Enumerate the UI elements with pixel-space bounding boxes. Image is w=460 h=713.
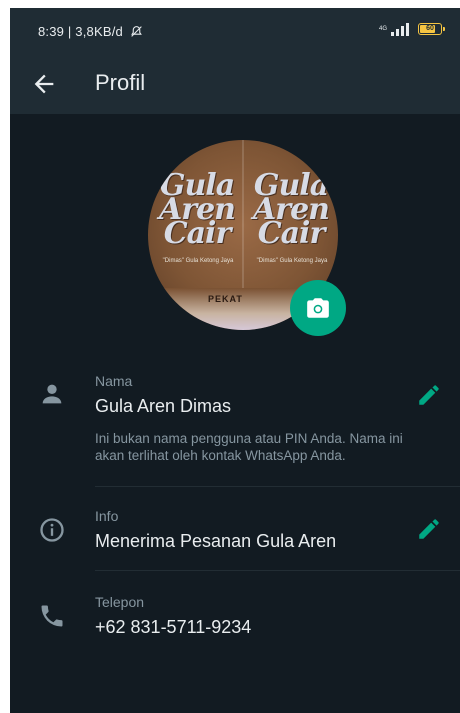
status-time-text: 8:39 | 3,8KB/d: [38, 24, 123, 39]
phone-label: Telepon: [95, 594, 145, 610]
app-bar: Profil: [10, 54, 460, 114]
network-type: 4G: [378, 26, 387, 32]
person-icon: [38, 380, 66, 408]
name-hint: Ini bukan nama pengguna atau PIN Anda. N…: [95, 431, 403, 463]
silent-notification-icon: [130, 26, 142, 37]
photo-tagline-left: "Dimas" Gula Ketong Jaya: [162, 258, 234, 264]
pencil-icon: [419, 519, 439, 539]
name-value: Gula Aren Dimas: [95, 396, 232, 416]
name-row[interactable]: Nama Gula Aren Dimas Ini bukan nama peng…: [10, 368, 460, 488]
phone-icon: [38, 602, 66, 630]
back-button[interactable]: [30, 70, 58, 98]
photo-tagline-right: "Dimas" Gula Ketong Jaya: [256, 258, 328, 264]
about-row[interactable]: Info Menerima Pesanan Gula Aren: [10, 504, 460, 566]
battery-level: 60: [426, 25, 434, 32]
photo-band-label: PEKAT: [208, 294, 243, 304]
divider: [95, 570, 460, 571]
page-title: Profil: [95, 70, 146, 95]
battery-icon: 60: [418, 23, 445, 35]
photo-logo-left: Gula Aren Cair: [159, 168, 236, 251]
status-right: 4G 60: [378, 22, 445, 36]
signal-icon: [391, 23, 409, 36]
change-photo-button[interactable]: [290, 280, 346, 336]
about-label: Info: [95, 508, 119, 524]
phone-value: +62 831-5711-9234: [95, 617, 252, 637]
arrow-left-icon: [34, 74, 54, 94]
edit-about-button[interactable]: [416, 516, 442, 542]
profile-photo-section: Gula Aren Cair Gula Aren Cair "Dimas" Gu…: [148, 140, 346, 336]
name-label: Nama: [95, 373, 133, 389]
profile-screen: 8:39 | 3,8KB/d 4G 60 Profil Gula Aren Ca…: [10, 8, 460, 713]
phone-row: Telepon +62 831-5711-9234: [10, 588, 460, 650]
edit-name-button[interactable]: [416, 382, 442, 408]
status-time: 8:39 | 3,8KB/d: [38, 24, 143, 39]
about-value: Menerima Pesanan Gula Aren: [95, 531, 337, 551]
status-bar: 8:39 | 3,8KB/d 4G 60: [10, 8, 460, 54]
info-icon: [38, 516, 66, 544]
pencil-icon: [419, 385, 439, 405]
photo-logo-right: Gula Aren Cair: [253, 168, 330, 251]
camera-icon: [307, 298, 329, 318]
divider: [95, 486, 460, 487]
